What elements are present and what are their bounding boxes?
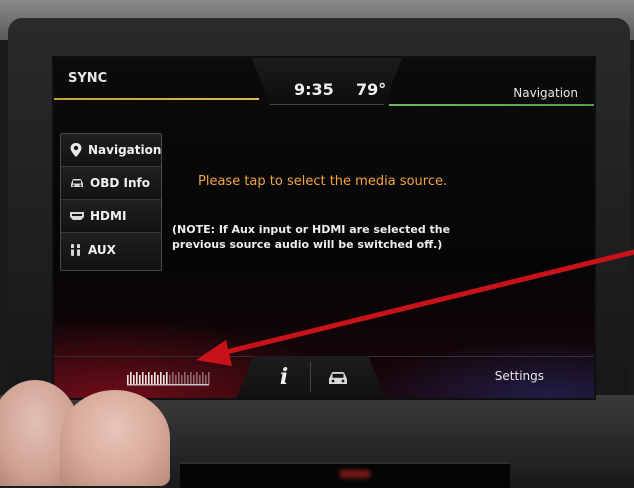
volume-tick: [151, 375, 153, 384]
volume-tick: [163, 375, 165, 384]
menu-item-hdmi[interactable]: HDMI: [61, 200, 161, 233]
volume-tick: [136, 372, 138, 384]
menu-item-navigation[interactable]: Navigation: [61, 134, 161, 167]
volume-tick: [184, 372, 186, 384]
media-source-menu: Navigation OBD Info HDMI AUX: [60, 133, 162, 271]
volume-tick: [196, 372, 198, 384]
volume-tick: [181, 375, 183, 384]
volume-tick: [142, 372, 144, 384]
menu-item-label: HDMI: [90, 209, 127, 223]
note-line: (NOTE: If Aux input or HDMI are selected…: [172, 223, 451, 236]
button-divider: [310, 362, 311, 392]
volume-tick: [127, 375, 129, 384]
sync-screen: SYNC 9:35 79° Navigation Navigation OBD …: [52, 56, 596, 400]
volume-tick: [130, 372, 132, 384]
clock-time: 9:35: [294, 80, 334, 99]
volume-tick: [139, 375, 141, 384]
volume-tick: [205, 375, 207, 384]
accent-line-left: [54, 98, 259, 100]
lower-radio-display: [180, 462, 510, 488]
volume-tick: [193, 375, 195, 384]
volume-tick: [157, 375, 159, 384]
volume-tick: [208, 372, 210, 384]
map-pin-icon: [70, 143, 82, 157]
bottom-bar: i Settings: [54, 356, 594, 398]
note-line: previous source audio will be switched o…: [172, 238, 443, 251]
info-button[interactable]: i: [264, 360, 304, 394]
navigation-tab[interactable]: Navigation: [513, 86, 578, 100]
hdmi-icon: [70, 212, 84, 220]
volume-tick: [166, 372, 168, 384]
media-source-prompt: Please tap to select the media source.: [198, 174, 448, 189]
status-bar: SYNC 9:35 79° Navigation: [54, 58, 594, 106]
volume-tick: [133, 375, 135, 384]
settings-button[interactable]: Settings: [495, 369, 544, 383]
menu-item-label: Navigation: [88, 143, 162, 157]
volume-tick: [202, 372, 204, 384]
volume-level-meter[interactable]: [126, 368, 210, 386]
vehicle-button[interactable]: [318, 364, 358, 392]
center-tab: [236, 356, 386, 398]
audio-plug-icon: [71, 243, 80, 256]
car-icon: [71, 179, 83, 187]
menu-item-label: OBD Info: [90, 176, 150, 190]
volume-tick: [145, 375, 147, 384]
volume-tick: [199, 375, 201, 384]
menu-item-aux[interactable]: AUX: [61, 233, 161, 266]
volume-tick: [154, 372, 156, 384]
menu-item-obd-info[interactable]: OBD Info: [61, 167, 161, 200]
volume-tick: [178, 372, 180, 384]
outside-temperature: 79°: [356, 80, 387, 99]
app-title[interactable]: SYNC: [68, 71, 107, 86]
volume-baseline: [127, 384, 209, 386]
volume-tick: [148, 372, 150, 384]
accent-line-right: [389, 104, 594, 106]
car-icon: [329, 372, 347, 384]
info-icon: i: [279, 364, 289, 390]
volume-tick: [187, 375, 189, 384]
finger: [60, 390, 170, 486]
menu-item-label: AUX: [88, 242, 116, 257]
volume-tick: [160, 372, 162, 384]
volume-tick: [190, 372, 192, 384]
media-source-note: (NOTE: If Aux input or HDMI are selected…: [172, 222, 492, 252]
volume-tick: [169, 375, 171, 384]
volume-tick: [172, 372, 174, 384]
volume-tick: [175, 375, 177, 384]
